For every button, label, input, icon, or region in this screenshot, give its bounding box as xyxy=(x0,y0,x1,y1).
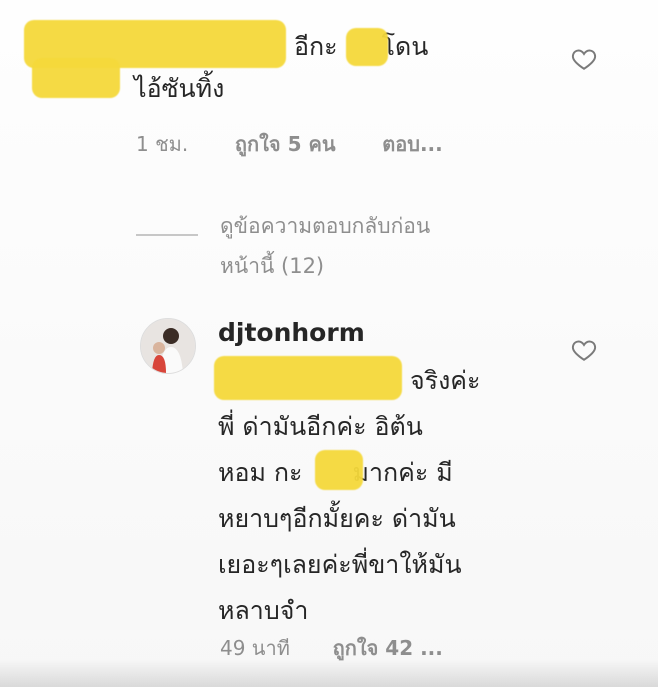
like-icon-2[interactable] xyxy=(571,338,597,362)
comment-thread: อีกะ โดน ไอ้ซันทิ้ง 1 ชม. ถูกใจ 5 คน ตอบ.… xyxy=(0,0,658,687)
comment-2-line-5: เยอะๆเลยค่ะพี่ขาให้มัน xyxy=(218,550,462,579)
replies-divider xyxy=(136,234,198,236)
comment-1-time: 1 ชม. xyxy=(136,132,189,156)
redaction-comment-2-start xyxy=(214,356,402,400)
view-previous-replies[interactable]: ดูข้อความตอบกลับก่อน หน้านี้ (12) xyxy=(220,206,550,286)
user-avatar[interactable] xyxy=(140,318,196,374)
comment-2-line-4: หยาบๆอีกมั้ยคะ ด่ามัน xyxy=(218,504,456,533)
bottom-edge-shadow xyxy=(0,659,658,687)
comment-2-username[interactable]: djtonhorm xyxy=(218,318,365,347)
comment-2-time: 49 นาที xyxy=(220,636,290,660)
comment-1-meta: 1 ชม. ถูกใจ 5 คน ตอบ... xyxy=(136,128,443,160)
comment-1-reply[interactable]: ตอบ... xyxy=(382,132,443,156)
comment-2-line-6: หลาบจำ xyxy=(218,596,309,625)
redaction-comment-2-word xyxy=(315,450,363,490)
comment-2-line-2: พี่ ด่ามันอีกค่ะ อิต้น xyxy=(218,412,423,441)
redaction-username-1b xyxy=(32,58,120,98)
like-icon-1[interactable] xyxy=(571,47,597,71)
comment-1-likes[interactable]: ถูกใจ 5 คน xyxy=(235,132,336,156)
comment-1-line-2: ไอ้ซันทิ้ง xyxy=(134,74,225,103)
comment-2-line-1: จริงค่ะ xyxy=(410,366,481,395)
redaction-comment-1-word xyxy=(346,28,388,66)
comment-2-likes[interactable]: ถูกใจ 42 ... xyxy=(333,636,443,660)
